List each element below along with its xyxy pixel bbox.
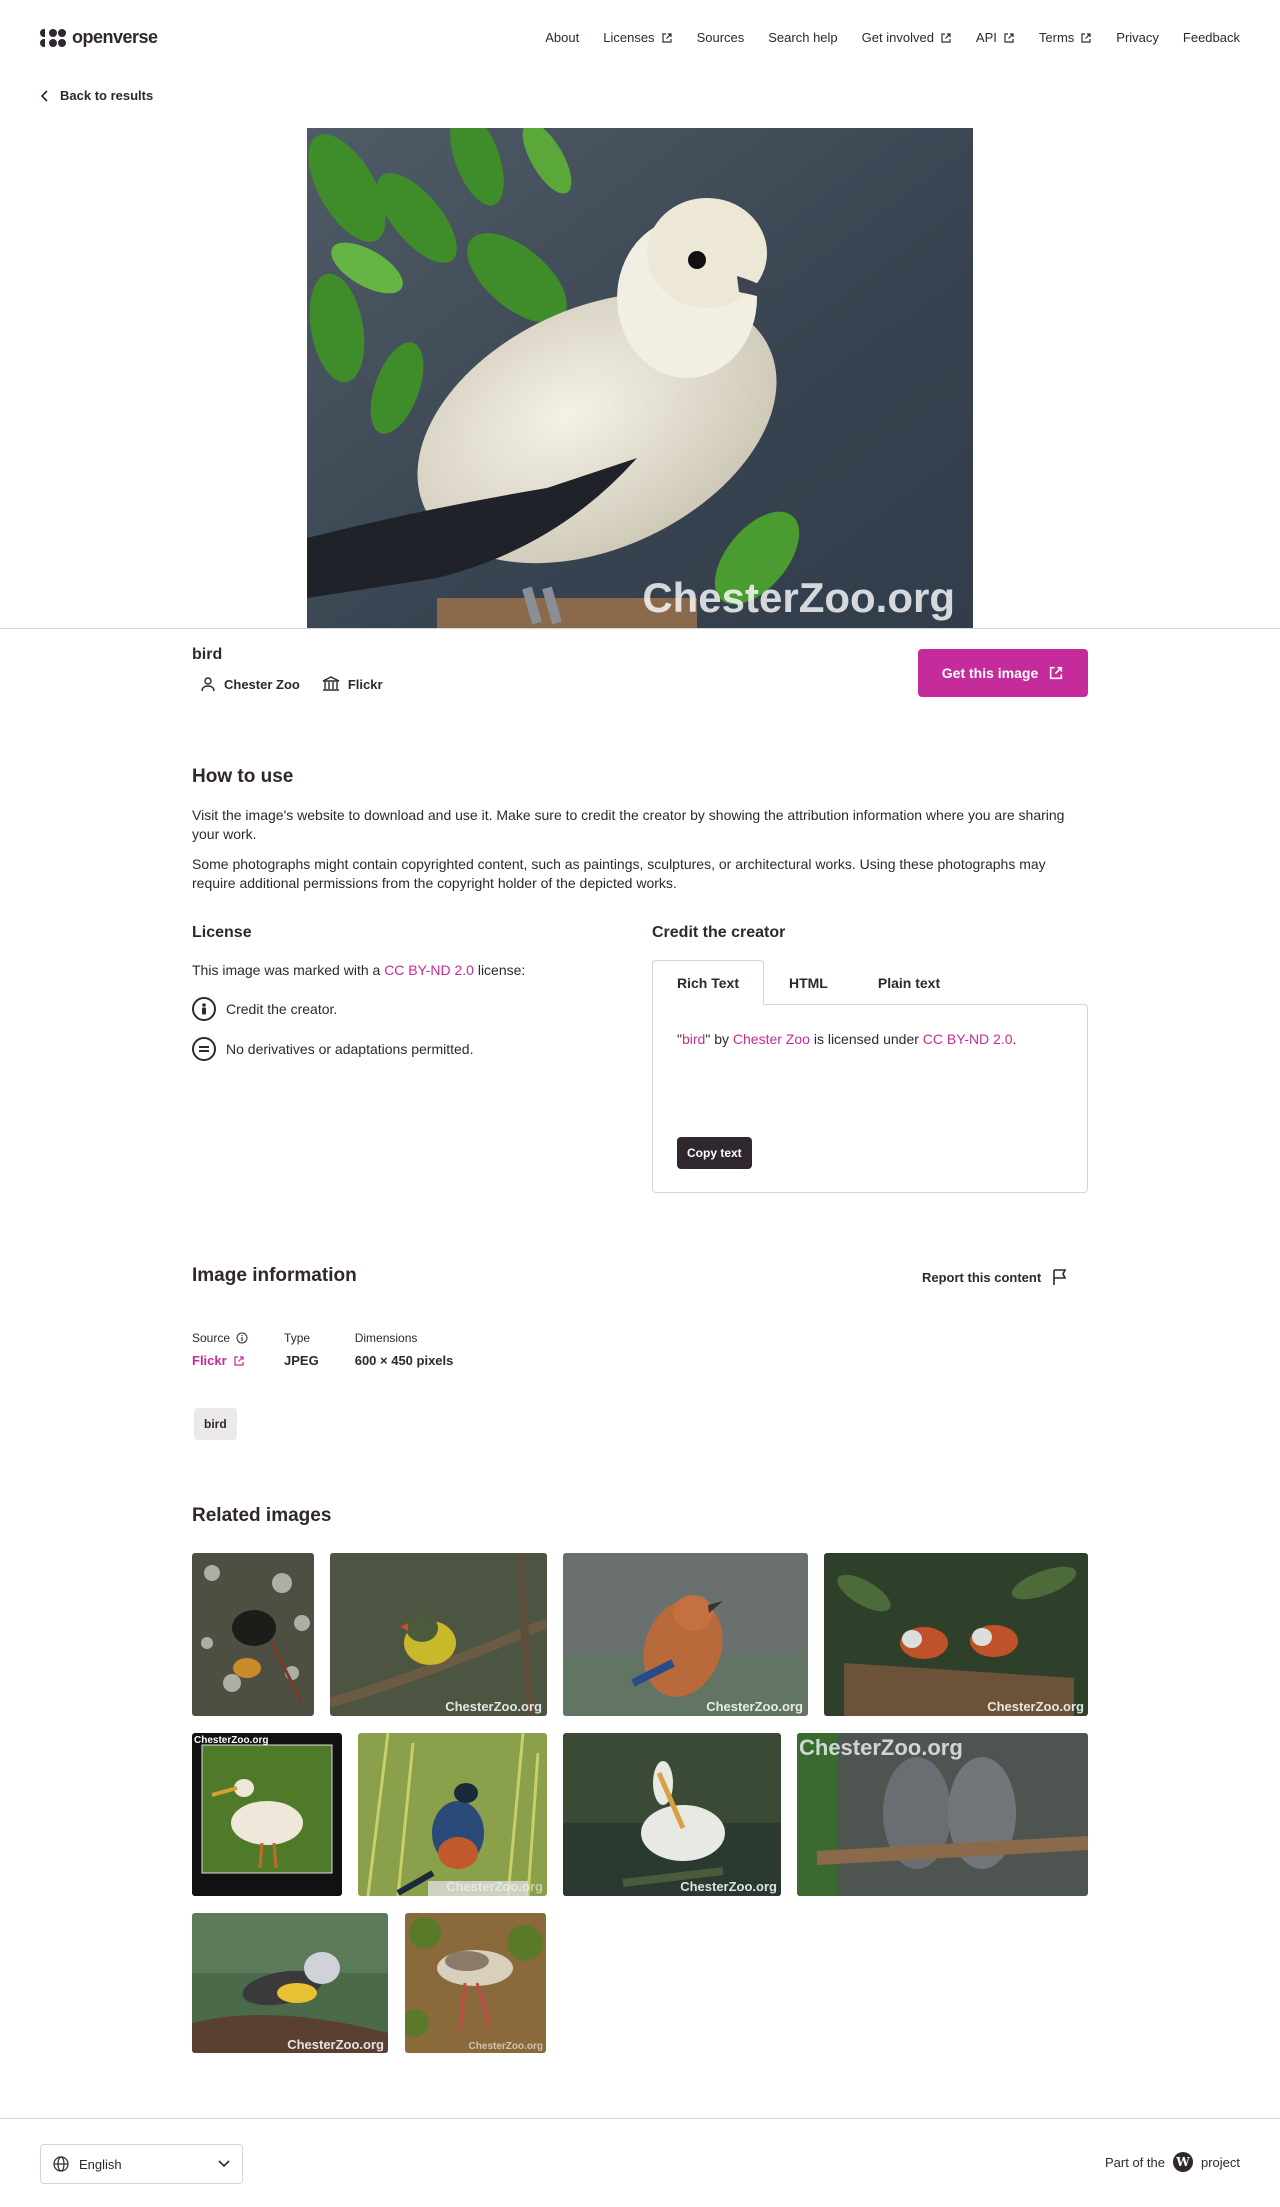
footer-divider: [0, 2118, 1280, 2119]
openverse-logo-icon: [40, 28, 66, 47]
nav-api[interactable]: API: [976, 30, 1015, 45]
info-dimensions: Dimensions 600 × 450 pixels: [354, 1331, 454, 1368]
back-to-results-link[interactable]: Back to results: [40, 88, 153, 103]
external-link-icon: [1050, 666, 1063, 680]
get-this-image-button[interactable]: Get this image: [918, 649, 1088, 697]
related-image[interactable]: [192, 1553, 314, 1716]
nav-get-involved[interactable]: Get involved: [862, 30, 952, 45]
svg-text:ChesterZoo.org: ChesterZoo.org: [445, 1699, 542, 1714]
svg-text:ChesterZoo.org: ChesterZoo.org: [446, 1879, 543, 1894]
tag-chip[interactable]: bird: [194, 1408, 237, 1440]
nav-privacy[interactable]: Privacy: [1116, 30, 1159, 45]
tab-rich-text[interactable]: Rich Text: [652, 960, 764, 1005]
main-image[interactable]: ChesterZoo.org: [307, 128, 973, 628]
nav-about[interactable]: About: [545, 30, 579, 45]
wordpress-credit: Part of the W project: [1105, 2152, 1240, 2172]
how-to-use-heading: How to use: [192, 766, 294, 787]
copyright-note-paragraph: Some photographs might contain copyright…: [192, 856, 1046, 891]
license-link[interactable]: CC BY-ND 2.0: [384, 962, 474, 978]
nav-terms[interactable]: Terms: [1039, 30, 1092, 45]
license-item-credit: Credit the creator.: [192, 997, 337, 1021]
credit-tabs: Rich Text HTML Plain text: [652, 960, 965, 1005]
svg-text:ChesterZoo.org: ChesterZoo.org: [194, 1735, 268, 1746]
copy-text-button[interactable]: Copy text: [677, 1137, 752, 1169]
license-item-no-derivatives: No derivatives or adaptations permitted.: [192, 1037, 473, 1061]
nav-feedback[interactable]: Feedback: [1183, 30, 1240, 45]
tab-plain-text[interactable]: Plain text: [853, 960, 965, 1004]
creator-link[interactable]: Chester Zoo: [200, 676, 300, 692]
related-image[interactable]: ChesterZoo.org: [563, 1733, 781, 1896]
chevron-down-icon: [218, 2160, 230, 2168]
info-type: Type JPEG: [284, 1331, 319, 1368]
svg-text:ChesterZoo.org: ChesterZoo.org: [706, 1699, 803, 1714]
image-info-columns: Source Flickr Type JPEG Dimensions 600 ×…: [192, 1331, 453, 1368]
source-value-link[interactable]: Flickr: [192, 1353, 248, 1368]
info-icon[interactable]: [236, 1332, 248, 1344]
related-image[interactable]: ChesterZoo.org: [358, 1733, 547, 1896]
logo-text: openverse: [72, 27, 158, 47]
related-image[interactable]: ChesterZoo.org: [405, 1913, 546, 2053]
external-link-icon: [234, 1355, 244, 1366]
site-header: openverse About Licenses Sources Search …: [0, 0, 1280, 78]
related-image[interactable]: ChesterZoo.org: [192, 1733, 342, 1896]
chevron-left-icon: [40, 89, 48, 102]
svg-text:ChesterZoo.org: ChesterZoo.org: [469, 2041, 543, 2052]
language-select[interactable]: English: [40, 2144, 243, 2184]
how-to-use-paragraph: Visit the image's website to download an…: [192, 807, 1065, 842]
external-link-icon: [1081, 32, 1091, 43]
license-attribution-link[interactable]: CC BY-ND 2.0: [923, 1031, 1013, 1047]
image-information-heading: Image information: [192, 1265, 357, 1286]
related-image[interactable]: ChesterZoo.org: [824, 1553, 1088, 1716]
external-link-icon: [661, 32, 672, 43]
svg-text:ChesterZoo.org: ChesterZoo.org: [799, 1735, 963, 1760]
divider: [0, 628, 1280, 629]
tab-html[interactable]: HTML: [764, 960, 853, 1004]
wordpress-logo-icon[interactable]: W: [1172, 2152, 1193, 2172]
work-title-link[interactable]: bird: [682, 1031, 705, 1047]
related-image[interactable]: ChesterZoo.org: [192, 1913, 388, 2053]
external-link-icon: [1004, 32, 1014, 43]
attribution-text: "bird" by Chester Zoo is licensed under …: [677, 1031, 1017, 1047]
image-watermark: ChesterZoo.org: [642, 574, 955, 621]
main-nav: About Licenses Sources Search help Get i…: [545, 30, 1240, 45]
institution-icon: [322, 676, 340, 691]
license-heading: License: [192, 924, 252, 941]
svg-text:ChesterZoo.org: ChesterZoo.org: [680, 1879, 777, 1894]
related-image[interactable]: ChesterZoo.org: [797, 1733, 1088, 1896]
cc-nd-icon: [192, 1037, 216, 1061]
source-link[interactable]: Flickr: [322, 676, 383, 692]
svg-text:ChesterZoo.org: ChesterZoo.org: [287, 2037, 384, 2052]
credit-heading: Credit the creator: [652, 924, 786, 941]
svg-text:ChesterZoo.org: ChesterZoo.org: [987, 1699, 1084, 1714]
language-value: English: [79, 2156, 122, 2172]
related-image[interactable]: ChesterZoo.org: [563, 1553, 808, 1716]
related-image[interactable]: ChesterZoo.org: [330, 1553, 547, 1716]
license-intro: This image was marked with a CC BY-ND 2.…: [192, 962, 526, 978]
related-images-heading: Related images: [192, 1505, 332, 1526]
openverse-logo[interactable]: openverse: [40, 27, 158, 48]
cc-by-icon: [192, 997, 216, 1021]
person-icon: [201, 677, 215, 692]
image-meta: Chester Zoo Flickr: [200, 676, 383, 692]
flag-icon: [1053, 1269, 1067, 1285]
nav-search-help[interactable]: Search help: [768, 30, 837, 45]
nav-sources[interactable]: Sources: [697, 30, 745, 45]
creator-attribution-link[interactable]: Chester Zoo: [733, 1031, 810, 1047]
globe-icon: [53, 2156, 69, 2172]
report-content-button[interactable]: Report this content: [922, 1268, 1069, 1286]
credit-panel: "bird" by Chester Zoo is licensed under …: [652, 1004, 1088, 1193]
external-link-icon: [941, 32, 951, 43]
info-source: Source Flickr: [192, 1331, 248, 1368]
nav-licenses[interactable]: Licenses: [603, 30, 672, 45]
